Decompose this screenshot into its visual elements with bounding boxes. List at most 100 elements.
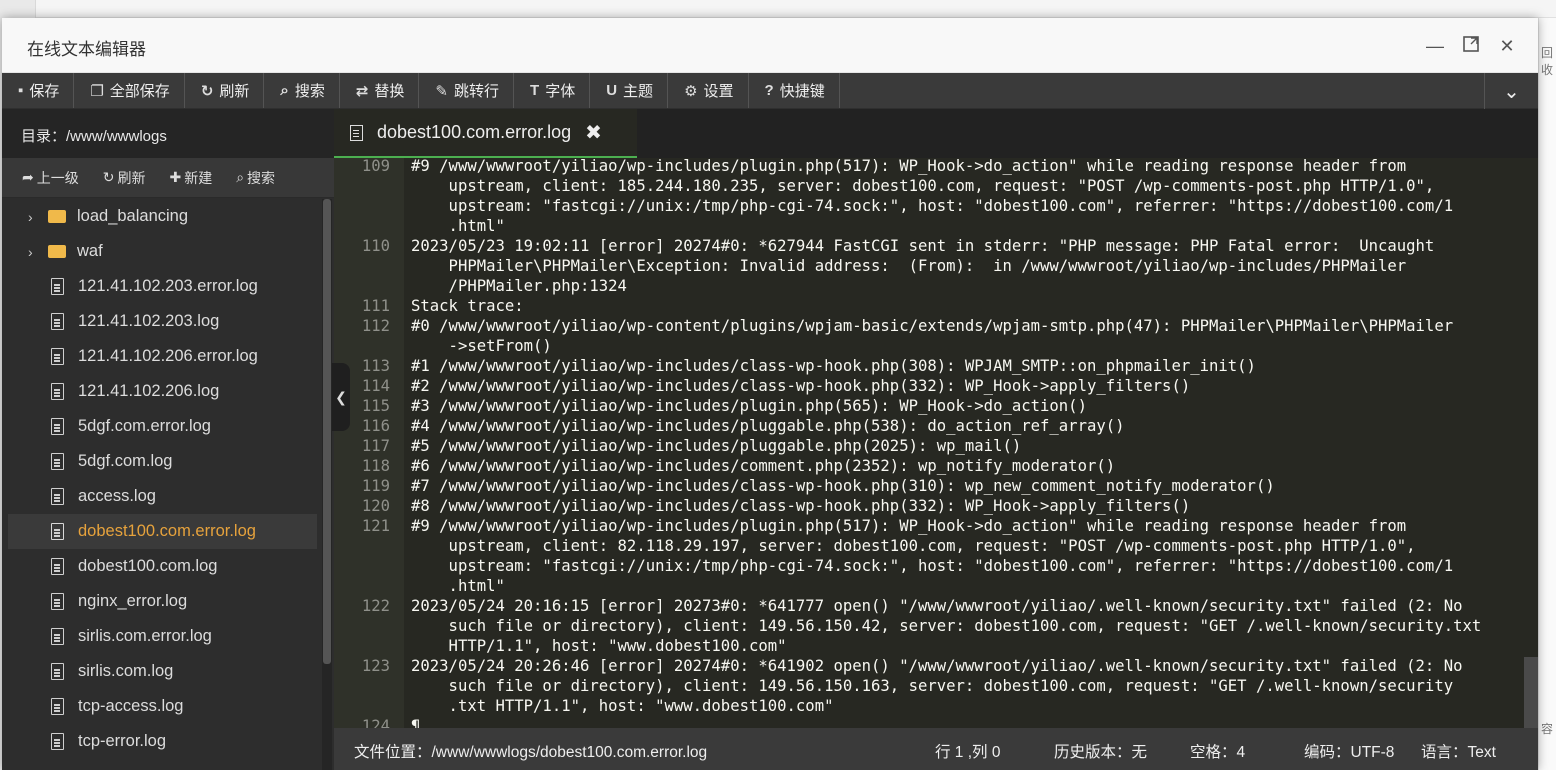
status-language[interactable]: 语言：Text xyxy=(1421,740,1496,762)
line-number: 120 xyxy=(361,497,390,515)
code-area[interactable]: 109 #9 /www/wwwroot/yiliao/wp-includes/pl… xyxy=(334,158,1524,728)
scrollbar-thumb[interactable] xyxy=(323,199,331,664)
code-line[interactable]: 110 2023/05/23 19:02:11 [error] 20274#0: … xyxy=(334,236,1524,296)
code-text: Stack trace: xyxy=(411,297,524,315)
search-button[interactable]: ⌕ 搜索 xyxy=(264,73,340,108)
code-line[interactable]: 119 #7 /www/wwwroot/yiliao/wp-includes/cl… xyxy=(334,476,1524,496)
folder-icon xyxy=(48,245,66,258)
tree-item-label: 5dgf.com.log xyxy=(78,452,173,470)
file-item[interactable]: 121.41.102.206.error.log xyxy=(8,339,317,374)
minimize-icon[interactable]: — xyxy=(1424,35,1446,57)
status-cursor[interactable]: 行 1 ,列 0 xyxy=(935,740,1000,762)
status-encoding[interactable]: 编码：UTF-8 xyxy=(1304,740,1394,762)
file-item[interactable]: nginx_error.log xyxy=(8,584,317,619)
code-line[interactable]: 117 #5 /www/wwwroot/yiliao/wp-includes/pl… xyxy=(334,436,1524,456)
file-item[interactable]: 5dgf.com.log xyxy=(8,444,317,479)
line-number: 118 xyxy=(361,457,390,475)
folder-item[interactable]: › load_balancing xyxy=(8,199,317,234)
goto-line-button[interactable]: ✎ 跳转行 xyxy=(419,73,515,108)
code-line[interactable]: 122 2023/05/24 20:16:15 [error] 20273#0: … xyxy=(334,596,1524,656)
status-history[interactable]: 历史版本：无 xyxy=(1054,740,1147,762)
code-line[interactable]: 113 #1 /www/wwwroot/yiliao/wp-includes/cl… xyxy=(334,356,1524,376)
code-text: upstream, client: 82.118.29.197, server:… xyxy=(411,537,1416,555)
refresh-button[interactable]: ↻ 刷新 xyxy=(185,73,265,108)
code-line[interactable]: 123 2023/05/24 20:26:46 [error] 20274#0: … xyxy=(334,656,1524,716)
code-line[interactable]: 111 Stack trace: xyxy=(334,296,1524,316)
status-spaces[interactable]: 空格：4 xyxy=(1190,740,1245,762)
file-item[interactable]: tcp-access.log xyxy=(8,689,317,724)
tree-item-label: dobest100.com.log xyxy=(78,557,218,575)
code-text: upstream, client: 185.244.180.235, serve… xyxy=(411,177,1435,195)
close-tab-icon[interactable]: ✖ xyxy=(585,120,602,145)
toolbar-label: 字体 xyxy=(545,83,576,100)
file-item[interactable]: access.log xyxy=(8,479,317,514)
sidebar-search-button[interactable]: ⌕ 搜索 xyxy=(236,168,275,188)
file-icon xyxy=(51,698,64,715)
font-button[interactable]: T 字体 xyxy=(514,73,591,108)
scrollbar-thumb[interactable] xyxy=(1524,657,1538,728)
line-number: 122 xyxy=(361,597,390,615)
file-item[interactable]: 5dgf.com.error.log xyxy=(8,409,317,444)
code-line[interactable]: 116 #4 /www/wwwroot/yiliao/wp-includes/pl… xyxy=(334,416,1524,436)
code-line[interactable]: 109 #9 /www/wwwroot/yiliao/wp-includes/pl… xyxy=(334,158,1524,236)
tree-item-label: access.log xyxy=(78,487,156,505)
editor-window: 在线文本编辑器 — ✕ ▪ 保存 ❐ 全部保存 ↻ 刷新 ⌕ 搜索 ⇄ 替换 ✎ 跳转行 T… xyxy=(2,18,1538,770)
code-line[interactable]: 112 #0 /www/wwwroot/yiliao/wp-content/plu… xyxy=(334,316,1524,356)
code-line[interactable]: 118 #6 /www/wwwroot/yiliao/wp-includes/co… xyxy=(334,456,1524,476)
save-button[interactable]: ▪ 保存 xyxy=(2,73,75,108)
maximize-icon[interactable] xyxy=(1460,35,1482,57)
tree-item-label: load_balancing xyxy=(77,207,189,225)
code-line[interactable]: 120 #8 /www/wwwroot/yiliao/wp-includes/cl… xyxy=(334,496,1524,516)
code-line[interactable]: 121 #9 /www/wwwroot/yiliao/wp-includes/pl… xyxy=(334,516,1524,596)
file-item[interactable]: 121.41.102.203.error.log xyxy=(8,269,317,304)
tree-item-label: sirlis.com.log xyxy=(78,662,174,680)
sidebar-refresh-button[interactable]: ↻ 刷新 xyxy=(103,168,146,188)
arrow-up-icon: ➦ xyxy=(22,169,34,185)
file-item[interactable]: dobest100.com.log xyxy=(8,549,317,584)
line-number: 123 xyxy=(361,657,390,675)
shortcuts-button[interactable]: ? 快捷键 xyxy=(749,73,840,108)
chevron-down-icon[interactable]: ⌄ xyxy=(1484,73,1538,109)
file-item[interactable]: dobest100.com.error.log xyxy=(8,514,317,549)
file-icon xyxy=(51,558,64,575)
code-text: #6 /www/wwwroot/yiliao/wp-includes/comme… xyxy=(411,457,1116,475)
editor-scrollbar[interactable] xyxy=(1524,158,1538,728)
action-label: 新建 xyxy=(184,169,213,186)
save-all-button[interactable]: ❐ 全部保存 xyxy=(74,73,185,108)
new-file-button[interactable]: ✚ 新建 xyxy=(169,168,212,188)
settings-button[interactable]: ⚙ 设置 xyxy=(668,73,749,108)
tree-item-label: tcp-access.log xyxy=(78,697,184,715)
tab-active-file[interactable]: dobest100.com.error.log ✖ xyxy=(334,109,637,158)
background-text: 容 xyxy=(1541,722,1554,736)
code-line[interactable]: 115 #3 /www/wwwroot/yiliao/wp-includes/pl… xyxy=(334,396,1524,416)
search-icon: ⌕ xyxy=(236,169,245,185)
file-icon xyxy=(51,278,64,295)
code-text: #1 /www/wwwroot/yiliao/wp-includes/class… xyxy=(411,357,1256,375)
code-line[interactable]: 124 ¶ xyxy=(334,716,1524,728)
chevron-right-icon[interactable]: › xyxy=(28,244,42,260)
file-item[interactable]: 121.41.102.206.log xyxy=(8,374,317,409)
file-icon xyxy=(51,418,64,435)
file-item[interactable]: sirlis.com.log xyxy=(8,654,317,689)
collapse-sidebar-button[interactable]: ❮ xyxy=(332,363,350,431)
file-icon xyxy=(51,733,64,750)
line-number: 124 xyxy=(361,717,390,728)
plus-icon: ✚ xyxy=(169,169,182,185)
toolbar-label: 设置 xyxy=(703,83,734,100)
theme-button[interactable]: U 主题 xyxy=(590,73,669,108)
text-icon: T xyxy=(530,82,540,99)
sidebar-scrollbar[interactable] xyxy=(322,199,332,770)
file-item[interactable]: sirlis.com.error.log xyxy=(8,619,317,654)
floppy-icon: ▪ xyxy=(18,82,24,99)
file-item[interactable]: tcp-error.log xyxy=(8,724,317,759)
line-number: 121 xyxy=(361,517,390,535)
file-item[interactable]: 121.41.102.203.log xyxy=(8,304,317,339)
replace-button[interactable]: ⇄ 替换 xyxy=(340,73,420,108)
code-text: 2023/05/24 20:16:15 [error] 20273#0: *64… xyxy=(411,597,1463,615)
folder-item[interactable]: › waf xyxy=(8,234,317,269)
close-icon[interactable]: ✕ xyxy=(1496,35,1518,57)
code-line[interactable]: 114 #2 /www/wwwroot/yiliao/wp-includes/cl… xyxy=(334,376,1524,396)
toolbar-label: 快捷键 xyxy=(779,83,825,100)
chevron-right-icon[interactable]: › xyxy=(28,209,42,225)
parent-dir-button[interactable]: ➦ 上一级 xyxy=(22,168,79,188)
